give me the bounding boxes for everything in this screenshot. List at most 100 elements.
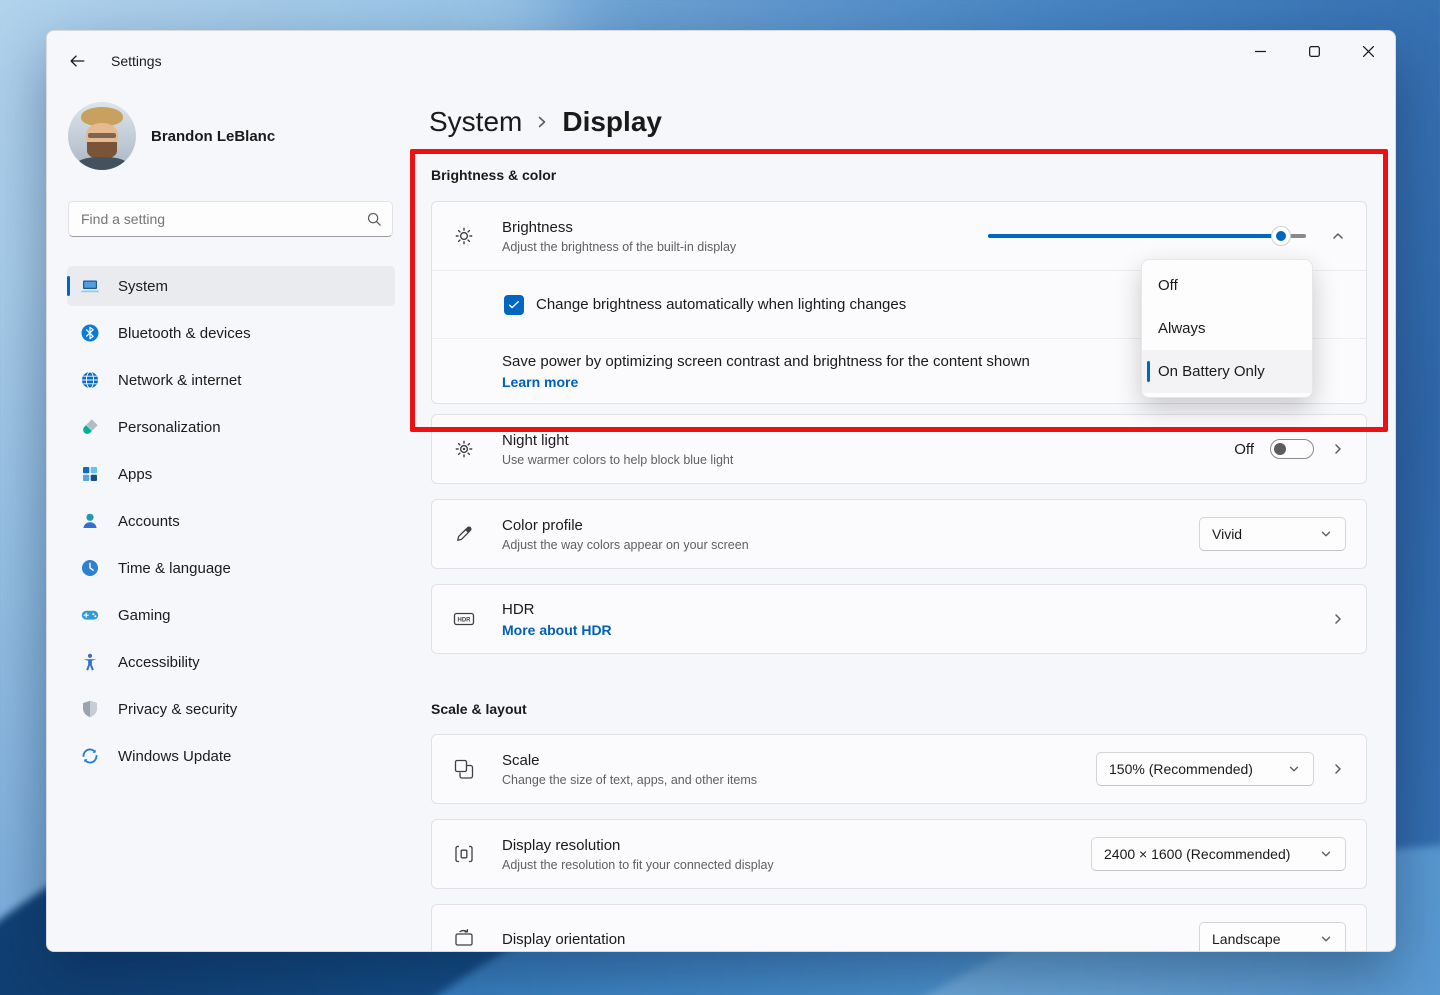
scale-dropdown[interactable]: 150% (Recommended) [1096, 752, 1314, 786]
collapse-button[interactable] [1330, 228, 1346, 244]
page-title: Display [562, 106, 662, 138]
auto-brightness-label: Change brightness automatically when lig… [536, 296, 906, 313]
brightness-slider-thumb[interactable] [1272, 227, 1290, 245]
user-avatar [68, 102, 136, 170]
network-icon [80, 370, 100, 390]
battery-option-menu: Off Always On Battery Only [1141, 259, 1313, 398]
scale-subtitle: Change the size of text, apps, and other… [502, 773, 1096, 787]
maximize-button[interactable] [1287, 31, 1341, 71]
window-controls [1233, 31, 1395, 71]
brightness-icon [452, 224, 476, 248]
sidebar-item-bluetooth-devices[interactable]: Bluetooth & devices [67, 313, 395, 353]
color-profile-card: Color profile Adjust the way colors appe… [431, 499, 1367, 569]
gaming-icon [80, 605, 100, 625]
sidebar-item-apps[interactable]: Apps [67, 454, 395, 494]
breadcrumb: System Display [429, 103, 662, 141]
accounts-icon [80, 511, 100, 531]
night-light-row[interactable]: Night light Use warmer colors to help bl… [432, 415, 1366, 483]
personalization-icon [80, 417, 100, 437]
hdr-expand[interactable] [1330, 611, 1346, 627]
sidebar-item-privacy-security[interactable]: Privacy & security [67, 689, 395, 729]
display-resolution-row: Display resolution Adjust the resolution… [432, 820, 1366, 888]
hdr-card: HDR HDR More about HDR [431, 584, 1367, 654]
sidebar-item-time-language[interactable]: Time & language [67, 548, 395, 588]
search-box[interactable] [68, 201, 393, 237]
display-orientation-title: Display orientation [502, 931, 1199, 948]
display-resolution-title: Display resolution [502, 837, 1091, 854]
night-light-state: Off [1234, 441, 1254, 458]
close-icon [1363, 46, 1374, 57]
search-icon [366, 211, 382, 227]
hdr-title: HDR [502, 601, 1330, 618]
color-profile-title: Color profile [502, 517, 1199, 534]
night-light-title: Night light [502, 432, 1234, 449]
hdr-row[interactable]: HDR HDR More about HDR [432, 585, 1366, 653]
apps-icon [80, 464, 100, 484]
breadcrumb-parent[interactable]: System [429, 106, 522, 138]
auto-brightness-checkbox[interactable] [504, 295, 524, 315]
display-resolution-dropdown[interactable]: 2400 × 1600 (Recommended) [1091, 837, 1346, 871]
menu-item-always[interactable]: Always [1142, 307, 1312, 350]
chevron-up-icon [1330, 228, 1346, 244]
night-light-card: Night light Use warmer colors to help bl… [431, 414, 1367, 484]
window-title: Settings [111, 53, 162, 69]
color-profile-value: Vivid [1212, 526, 1242, 542]
night-light-icon [452, 437, 476, 461]
scale-value: 150% (Recommended) [1109, 761, 1253, 777]
chevron-right-icon [1330, 611, 1346, 627]
chevron-right-icon [1330, 761, 1346, 777]
scale-expand[interactable] [1330, 761, 1346, 777]
color-profile-dropdown[interactable]: Vivid [1199, 517, 1346, 551]
chevron-down-icon [1287, 762, 1301, 776]
sidebar-item-network-internet[interactable]: Network & internet [67, 360, 395, 400]
brightness-subtitle: Adjust the brightness of the built-in di… [502, 240, 988, 254]
color-profile-row: Color profile Adjust the way colors appe… [432, 500, 1366, 568]
sidebar-item-system[interactable]: System [67, 266, 395, 306]
scale-title: Scale [502, 752, 1096, 769]
minimize-icon [1255, 46, 1266, 57]
sidebar-item-accessibility[interactable]: Accessibility [67, 642, 395, 682]
menu-item-off[interactable]: Off [1142, 264, 1312, 307]
scale-icon [452, 757, 476, 781]
brightness-title: Brightness [502, 219, 988, 236]
chevron-right-icon [534, 114, 550, 130]
user-profile: Brandon LeBlanc [68, 102, 275, 170]
sidebar-item-personalization[interactable]: Personalization [67, 407, 395, 447]
close-button[interactable] [1341, 31, 1395, 71]
search-input[interactable] [81, 211, 366, 227]
display-orientation-icon [452, 927, 476, 951]
svg-text:HDR: HDR [458, 618, 472, 624]
maximize-icon [1309, 46, 1320, 57]
display-resolution-card: Display resolution Adjust the resolution… [431, 819, 1367, 889]
back-button[interactable] [63, 47, 91, 75]
sidebar-item-gaming[interactable]: Gaming [67, 595, 395, 635]
sidebar-nav: System Bluetooth & devices Network & int… [67, 266, 395, 783]
chevron-down-icon [1319, 527, 1333, 541]
sidebar-item-accounts[interactable]: Accounts [67, 501, 395, 541]
user-name: Brandon LeBlanc [151, 128, 275, 145]
titlebar: Settings [47, 31, 1395, 79]
color-profile-icon [452, 522, 476, 546]
more-about-hdr-link[interactable]: More about HDR [502, 622, 1330, 638]
minimize-button[interactable] [1233, 31, 1287, 71]
display-orientation-dropdown[interactable]: Landscape [1199, 922, 1346, 952]
night-light-expand[interactable] [1330, 441, 1346, 457]
windows-update-icon [80, 746, 100, 766]
scale-row[interactable]: Scale Change the size of text, apps, and… [432, 735, 1366, 803]
color-profile-subtitle: Adjust the way colors appear on your scr… [502, 538, 1199, 552]
sidebar-item-windows-update[interactable]: Windows Update [67, 736, 395, 776]
display-orientation-row: Display orientation Landscape [432, 905, 1366, 952]
display-orientation-card: Display orientation Landscape [431, 904, 1367, 952]
display-resolution-subtitle: Adjust the resolution to fit your connec… [502, 858, 1091, 872]
chevron-down-icon [1319, 932, 1333, 946]
hdr-icon: HDR [452, 607, 476, 631]
night-light-toggle[interactable] [1270, 439, 1314, 459]
selected-accent-bar [1147, 361, 1150, 382]
bluetooth-icon [80, 323, 100, 343]
display-resolution-icon [452, 842, 476, 866]
brightness-slider-fill [988, 234, 1281, 238]
display-orientation-value: Landscape [1212, 931, 1281, 947]
brightness-slider[interactable] [988, 227, 1306, 245]
menu-item-on-battery-only[interactable]: On Battery Only [1142, 350, 1312, 393]
accessibility-icon [80, 652, 100, 672]
